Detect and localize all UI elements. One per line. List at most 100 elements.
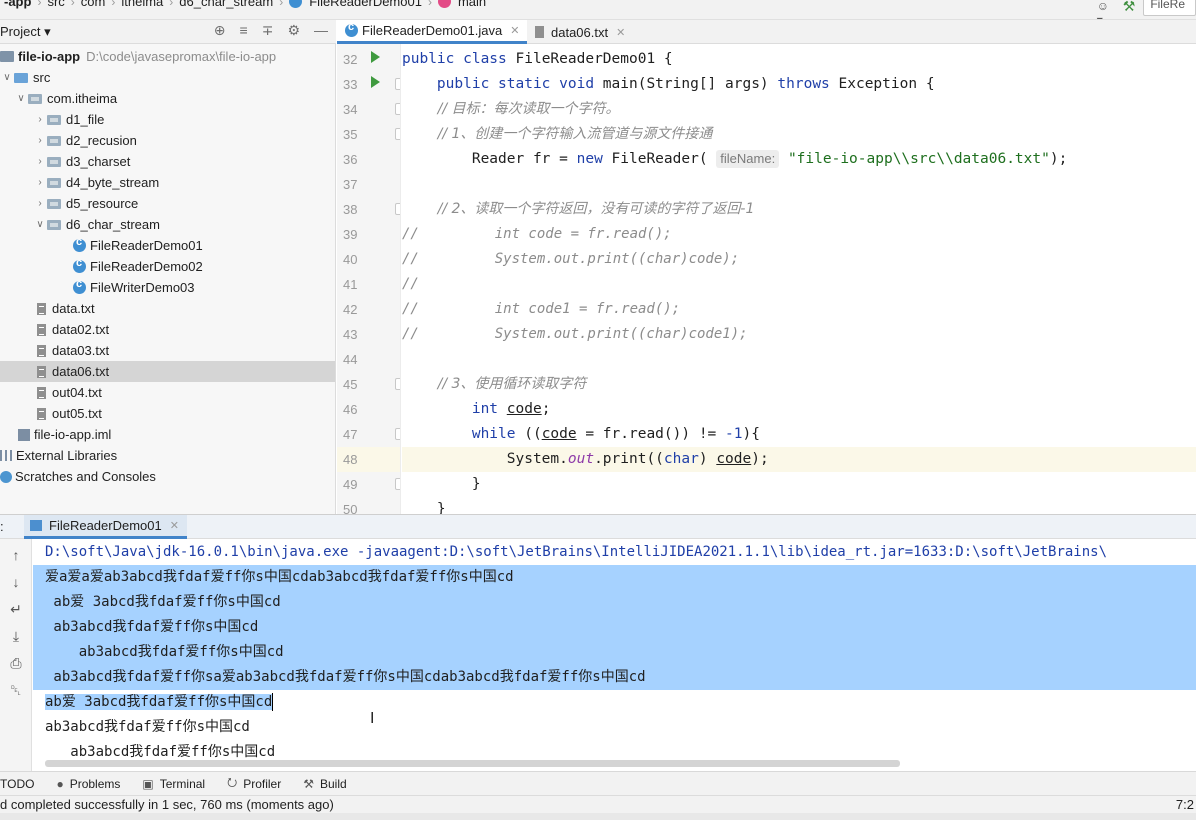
tree-item-class[interactable]: FileWriterDemo03 [0, 277, 335, 298]
tree-item-label: d2_recusion [66, 133, 137, 148]
tool-window-profiler[interactable]: ⭮ Profiler [227, 773, 281, 794]
fold-icon[interactable] [395, 78, 400, 90]
caret-position[interactable]: 7:2 [1176, 797, 1194, 812]
line-number: 37 [343, 177, 358, 192]
fold-icon[interactable] [395, 128, 400, 140]
chevron-right-icon[interactable]: › [33, 135, 47, 146]
tree-item-label: data02.txt [52, 322, 110, 337]
tree-item-module[interactable]: file-io-app D:\code\javasepromax\file-io… [0, 46, 335, 67]
close-icon[interactable]: ✕ [616, 26, 625, 39]
locate-icon[interactable]: ⊕ [214, 22, 226, 39]
chevron-down-icon[interactable]: ∨ [0, 72, 14, 83]
scroll-to-end-icon[interactable]: ⤓ [8, 627, 24, 645]
tree-item-file[interactable]: data03.txt [0, 340, 335, 361]
user-icon[interactable]: ☺▾ [1097, 0, 1115, 19]
tree-item-package[interactable]: › d4_byte_stream [0, 172, 335, 193]
scroll-up-icon[interactable]: ↑ [8, 546, 24, 564]
tree-item-class[interactable]: FileReaderDemo01 [0, 235, 335, 256]
text-cursor-icon: I [370, 710, 375, 727]
code-line: // [402, 272, 1196, 297]
breadcrumb-package[interactable]: d6_char_stream [175, 0, 277, 9]
project-view-selector[interactable]: Project ▾ [0, 24, 51, 40]
code-editor[interactable]: public class FileReaderDemo01 { public s… [402, 44, 1196, 514]
tree-item-file-selected[interactable]: data06.txt [0, 361, 335, 382]
tree-item-label: data03.txt [52, 343, 110, 358]
package-icon [47, 135, 61, 146]
console-horizontal-scrollbar[interactable] [45, 760, 900, 767]
tab-filereaderdemo01[interactable]: FileReaderDemo01.java ✕ [337, 20, 528, 44]
collapse-all-icon[interactable]: ∓ [262, 22, 274, 39]
trash-icon[interactable]: ␡ [8, 681, 24, 699]
fold-icon[interactable] [395, 103, 400, 115]
line-number: 39 [343, 227, 358, 242]
breadcrumb-project[interactable]: -app [0, 0, 35, 9]
run-gutter-icon[interactable] [371, 76, 380, 88]
tree-item-external-libraries[interactable]: External Libraries [0, 445, 335, 466]
fold-icon[interactable] [395, 203, 400, 215]
close-icon[interactable]: ✕ [170, 519, 179, 532]
chevron-right-icon[interactable]: › [33, 177, 47, 188]
fold-icon[interactable] [395, 478, 400, 490]
line-number: 33 [343, 77, 358, 92]
chevron-right-icon[interactable]: › [33, 198, 47, 209]
tree-item-package[interactable]: ∨ d6_char_stream [0, 214, 335, 235]
tree-item-package[interactable]: › d1_file [0, 109, 335, 130]
console-output[interactable]: D:\soft\Java\jdk-16.0.1\bin\java.exe -ja… [33, 539, 1196, 761]
expand-all-icon[interactable]: ≡ [240, 22, 248, 39]
code-token: while [402, 426, 525, 442]
tab-data06[interactable]: data06.txt ✕ [527, 20, 633, 44]
breadcrumb-itheima[interactable]: itheima [117, 0, 167, 9]
code-token: char [663, 451, 699, 467]
tool-window-todo[interactable]: TODO [0, 777, 34, 791]
tree-item-class[interactable]: FileReaderDemo02 [0, 256, 335, 277]
chevron-down-icon[interactable]: ∨ [14, 93, 28, 104]
tree-item-file[interactable]: out04.txt [0, 382, 335, 403]
tree-item-package[interactable]: › d2_recusion [0, 130, 335, 151]
line-number: 47 [343, 427, 358, 442]
status-message[interactable]: d completed successfully in 1 sec, 760 m… [0, 797, 334, 812]
tree-item-src[interactable]: ∨ src [0, 67, 335, 88]
tree-item-label: FileWriterDemo03 [90, 280, 195, 295]
scroll-down-icon[interactable]: ↓ [8, 573, 24, 591]
run-side-toolbar: ↑ ↓ ↵ ⤓ ⎙ ␡ [0, 539, 32, 771]
code-token: } [402, 476, 481, 492]
tool-window-problems[interactable]: ● Problems [56, 777, 120, 791]
hammer-icon[interactable]: ⚒ [1123, 0, 1136, 15]
line-number: 44 [343, 352, 358, 367]
breadcrumb-method[interactable]: main [454, 0, 490, 9]
code-line: // 3、使用循环读取字符 [402, 372, 1196, 397]
chevron-right-icon[interactable]: › [33, 156, 47, 167]
tree-item-file[interactable]: out05.txt [0, 403, 335, 424]
print-icon[interactable]: ⎙ [8, 654, 24, 672]
editor-tab-bar: FileReaderDemo01.java ✕ data06.txt ✕ [337, 20, 1196, 44]
fold-icon[interactable] [395, 428, 400, 440]
run-gutter-icon[interactable] [371, 51, 380, 63]
close-icon[interactable]: ✕ [510, 24, 519, 37]
hide-panel-icon[interactable]: — [314, 22, 328, 39]
gear-icon[interactable]: ⚙ [287, 22, 300, 39]
run-configuration-select[interactable]: FileRe [1143, 0, 1196, 16]
breadcrumb-class[interactable]: FileReaderDemo01 [305, 0, 426, 9]
fold-icon[interactable] [395, 378, 400, 390]
tree-item-scratches[interactable]: Scratches and Consoles [0, 466, 335, 487]
tree-item-file[interactable]: data02.txt [0, 319, 335, 340]
tree-item-package[interactable]: › d3_charset [0, 151, 335, 172]
tool-window-terminal[interactable]: ▣ Terminal [142, 777, 205, 791]
tree-item-iml[interactable]: file-io-app.iml [0, 424, 335, 445]
tree-item-package[interactable]: › d5_resource [0, 193, 335, 214]
breadcrumb-com[interactable]: com [77, 0, 110, 9]
breadcrumb-src[interactable]: src [43, 0, 68, 9]
code-line: // 1、创建一个字符输入流管道与源文件接通 [402, 122, 1196, 147]
tree-item-package[interactable]: ∨ com.itheima [0, 88, 335, 109]
code-token: ; [541, 401, 551, 417]
chevron-down-icon[interactable]: ∨ [33, 219, 47, 230]
tree-item-file[interactable]: data.txt [0, 298, 335, 319]
code-line: public static void main(String[] args) t… [402, 72, 1196, 97]
tree-item-label: com.itheima [47, 91, 118, 106]
tab-run-filereaderdemo01[interactable]: FileReaderDemo01 ✕ [24, 515, 187, 539]
line-number: 40 [343, 252, 358, 267]
navigation-breadcrumb: -app › src › com › itheima › d6_char_str… [0, 0, 1196, 20]
soft-wrap-icon[interactable]: ↵ [8, 600, 24, 618]
chevron-right-icon[interactable]: › [33, 114, 47, 125]
tool-window-build[interactable]: ⚒ Build [303, 777, 346, 791]
